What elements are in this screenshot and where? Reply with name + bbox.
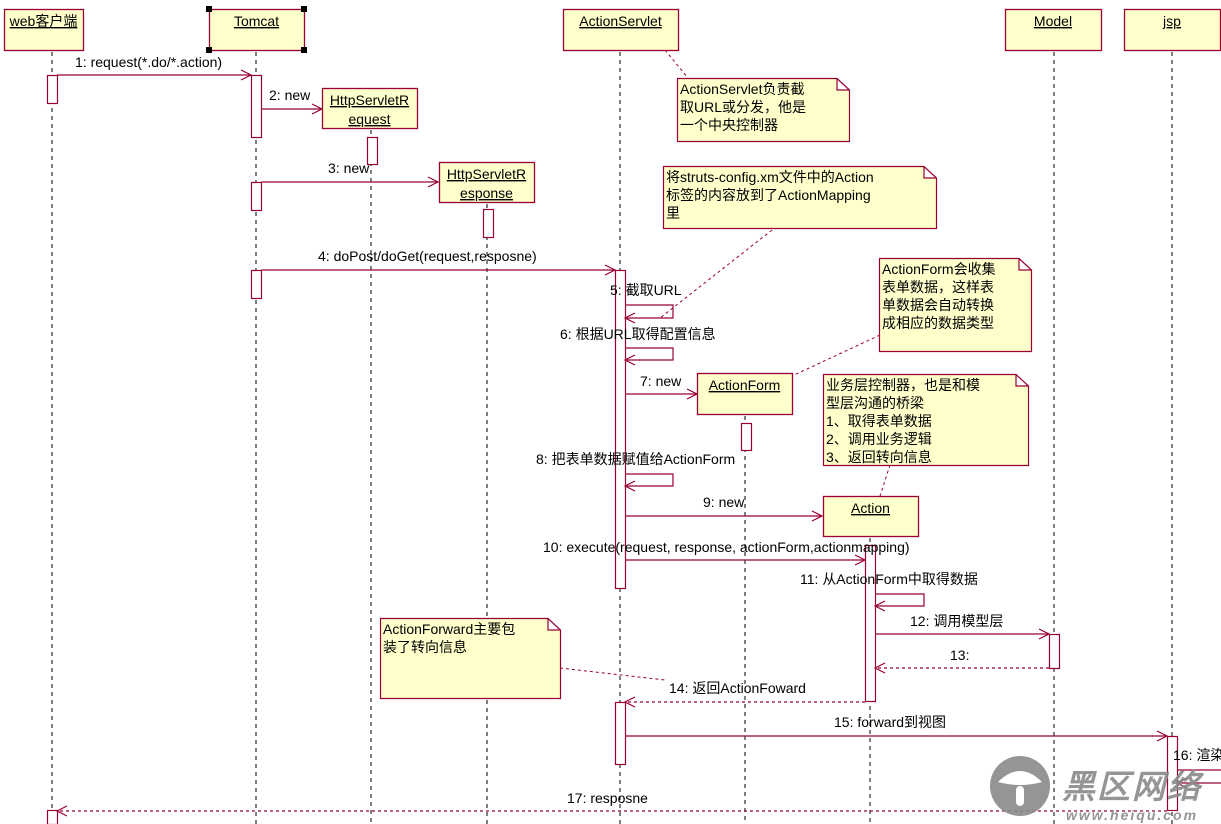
note-1[interactable]: ActionServlet负责截取URL或分发，他是一个中央控制器 [664,49,851,143]
note-text: 3、返回转向信息 [826,449,932,465]
note-text: 1、取得表单数据 [826,413,932,429]
participant-name: HttpServletR [330,92,409,108]
watermark-title: 黑区网络 [1062,768,1205,805]
message-label: 6: 根据URL取得配置信息 [560,326,716,342]
message-1[interactable]: 1: request(*.do/*.action) [57,54,253,81]
note-text: ActionForward主要包 [383,621,515,637]
message-arrow[interactable] [625,473,674,487]
participant-model[interactable]: Model [1004,8,1103,52]
message-label: 16: 渲染 [1173,747,1221,763]
participant-name: Tomcat [234,13,279,29]
message-label: 11: 从ActionForm中取得数据 [800,571,978,587]
sequence-diagram: web客户端 TomcatHttpServletRequestHttpServle… [3,6,1221,824]
message-label: 14: 返回ActionFoward [669,680,806,696]
message-12[interactable]: 12: 调用模型层 [875,613,1051,640]
selection-handle[interactable] [301,47,307,53]
mushroom-stem-icon [1016,786,1024,806]
message-9[interactable]: 9: new [625,494,824,522]
activation-bar [740,422,753,452]
participant-name: esponse [460,185,513,201]
note-connector [559,667,666,681]
activation-bar [250,181,263,212]
participant-jsp[interactable]: jsp [1123,8,1221,52]
message-14[interactable]: 14: 返回ActionFoward [623,680,865,708]
message-6[interactable]: 6: 根据URL取得配置信息 [560,326,716,366]
participant-name: ActionServlet [579,13,662,29]
message-11[interactable]: 11: 从ActionForm中取得数据 [800,571,978,612]
participant-actionform[interactable]: ActionForm [696,372,794,416]
note-5[interactable]: ActionForward主要包装了转向信息 [379,617,666,700]
participant-actionservlet[interactable]: ActionServlet [562,8,680,52]
participant-name: web客户端 [9,13,78,29]
participant-name: HttpServletR [447,166,526,182]
message-3[interactable]: 3: new [261,160,440,188]
activation-bar [46,74,59,105]
selection-handle[interactable] [301,6,307,12]
message-2[interactable]: 2: new [261,87,324,115]
note-text: 业务层控制器，也是和模 [826,377,980,393]
participant-name: Action [851,500,890,516]
note-text: 型层沟通的桥梁 [826,395,924,411]
note-text: 里 [666,205,680,221]
activation-bar [46,809,59,824]
participant-response[interactable]: HttpServletR esponse [438,161,536,204]
note-text: 装了转向信息 [383,639,467,655]
message-label: 5: 截取URL [610,282,682,298]
message-label: 13: [950,647,969,663]
note-connector [791,334,881,377]
message-label: 4: doPost/doGet(request,resposne) [318,248,537,264]
message-arrow[interactable] [625,304,674,319]
note-4[interactable]: 业务层控制器，也是和模型层沟通的桥梁 1、取得表单数据 2、调用业务逻辑 3、返回转向… [822,373,1030,497]
note-connector [879,464,891,497]
message-label: 10: execute(request, response, actionFor… [543,539,910,555]
activation-bar [250,269,263,300]
message-label: 17: resposne [567,790,648,806]
note-text: 表单数据，这样表 [882,279,994,295]
note-text: ActionForm会收集 [882,261,996,277]
selection-handle[interactable] [206,47,212,53]
message-4[interactable]: 4: doPost/doGet(request,resposne) [261,248,617,276]
message-10[interactable]: 10: execute(request, response, actionFor… [543,539,910,566]
message-label: 2: new [269,87,311,103]
note-text: ActionServlet负责截 [680,81,804,97]
activation-bar [864,544,877,703]
note-connector [664,49,689,79]
note-3[interactable]: ActionForm会收集表单数据，这样表单数据会自动转换成相应的数据类型 [791,257,1033,377]
message-label: 3: new [328,160,370,176]
note-text: 2、调用业务逻辑 [826,431,932,447]
message-arrow[interactable] [875,593,925,607]
participant-name: Model [1034,13,1072,29]
note-text: 将struts-config.xm文件中的Action [666,169,874,185]
participant-name: equest [348,111,390,127]
message-label: 7: new [640,373,682,389]
participant-web[interactable]: web客户端 [3,8,85,52]
message-label: 12: 调用模型层 [910,613,1003,629]
participant-request[interactable]: HttpServletR equest [321,87,419,130]
activation-bar [1048,633,1061,670]
message-8[interactable]: 8: 把表单数据赋值给ActionForm [536,451,735,492]
note-text: 成相应的数据类型 [882,315,994,331]
note-text: 标签的内容放到了ActionMapping [666,187,871,203]
note-text: 取URL或分发，他是 [680,99,806,115]
message-label: 8: 把表单数据赋值给ActionForm [536,451,735,467]
message-arrow[interactable] [625,347,674,361]
participant-name: jsp [1162,13,1181,29]
participant-tomcat[interactable]: Tomcat [206,6,307,53]
participant-action[interactable]: Action [822,495,920,538]
message-13[interactable]: 13: [873,647,1049,674]
activation-bar [250,74,263,139]
participant-name: ActionForm [709,377,781,393]
activation-bar [614,701,627,766]
message-label: 15: forward到视图 [834,714,946,730]
note-connector [659,229,773,319]
activation-bar [482,208,495,239]
selection-handle[interactable] [206,6,212,12]
watermark-url: www.heiqu.com [1066,807,1198,823]
message-7[interactable]: 7: new [625,373,699,400]
note-text: 一个中央控制器 [680,117,778,133]
message-15[interactable]: 15: forward到视图 [625,714,1169,742]
message-label: 9: new [703,494,745,510]
note-text: 单数据会自动转换 [882,297,994,313]
message-label: 1: request(*.do/*.action) [75,54,222,70]
